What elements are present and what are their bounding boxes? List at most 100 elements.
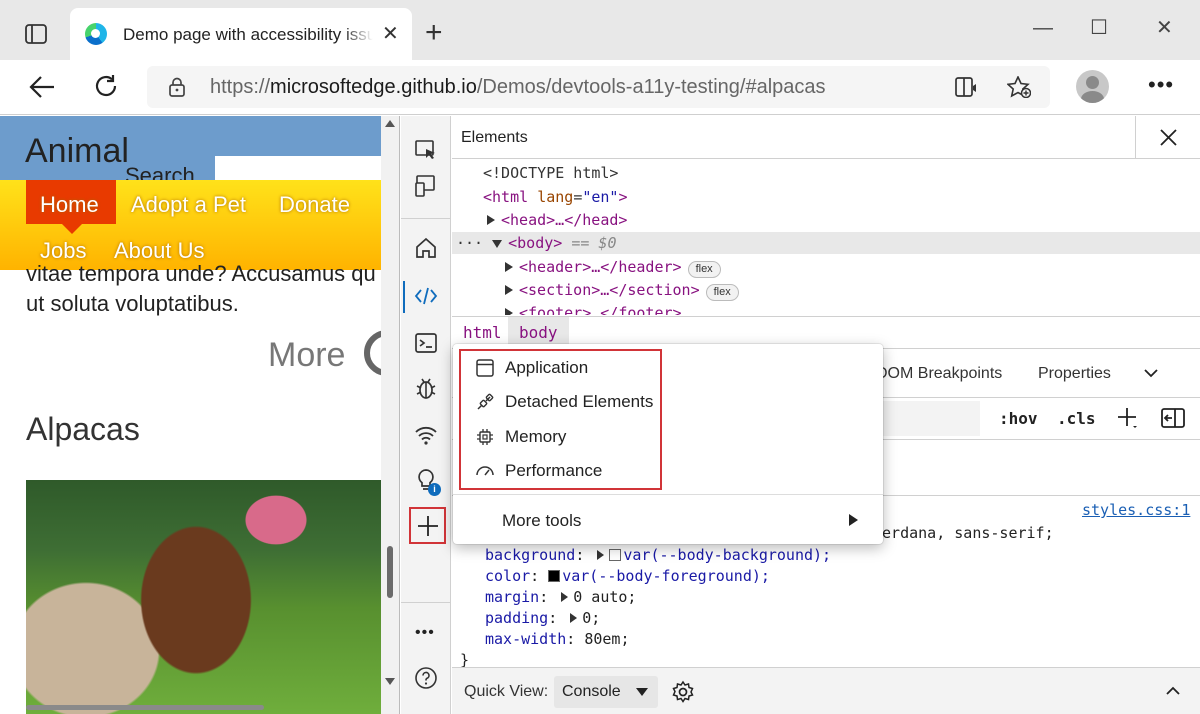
menu-item-detached-elements[interactable]: Detached Elements [475, 389, 875, 415]
lock-icon[interactable] [167, 77, 187, 97]
horizontal-scrollbar[interactable] [26, 705, 264, 710]
tab-dom-breakpoints[interactable]: DOM Breakpoints [876, 365, 1002, 383]
tab-strip: Demo page with accessibility issues ✕ + … [0, 0, 1200, 60]
tab-title: Demo page with accessibility issues [123, 25, 373, 44]
expand-arrow-icon[interactable] [597, 550, 605, 560]
flex-badge[interactable]: flex [705, 284, 739, 301]
dom-tree: <!DOCTYPE html> <html lang="en"> <head>…… [452, 160, 1200, 315]
settings-more-icon[interactable]: ••• [1148, 72, 1174, 98]
cls-button[interactable]: .cls [1057, 409, 1096, 428]
expand-arrow-icon[interactable] [505, 308, 513, 315]
close-panel-button[interactable] [1135, 116, 1200, 159]
quick-view-bar: Quick View: Console [452, 667, 1200, 714]
expand-arrow-icon[interactable] [487, 215, 495, 225]
quick-view-select[interactable]: Console [554, 676, 658, 708]
menu-item-performance[interactable]: Performance [475, 458, 875, 484]
sources-debug-icon[interactable] [414, 376, 438, 400]
dom-node-section[interactable]: <section>…</section> flex [505, 279, 739, 301]
quick-view-label: Quick View: [464, 683, 549, 700]
styles-filter-input[interactable] [882, 401, 980, 436]
console-tool-icon[interactable] [414, 331, 438, 355]
new-tab-icon[interactable]: + [425, 18, 443, 48]
body-text-line: ut soluta voluptatibus. [26, 291, 239, 316]
css-prop-margin[interactable]: margin: 0 auto; [485, 587, 636, 608]
favorites-add-icon[interactable] [1007, 76, 1031, 98]
new-style-rule-icon[interactable] [1117, 407, 1139, 429]
dom-node-html[interactable]: <html lang="en"> [483, 186, 628, 208]
profile-avatar[interactable] [1076, 70, 1109, 103]
close-icon[interactable] [1159, 128, 1178, 147]
dom-node-body[interactable]: ··· <body> == $0 [452, 232, 1200, 254]
dom-node-head[interactable]: <head>…</head> [487, 209, 627, 231]
hov-button[interactable]: :hov [999, 409, 1038, 428]
body-text-line: vitae tempora unde? Accusamus qu [26, 261, 376, 286]
dom-node-header[interactable]: <header>…</header> flex [505, 256, 721, 278]
panel-header: Elements [452, 116, 1200, 159]
dom-node-footer[interactable]: <footer>…</footer> [505, 302, 682, 315]
site-logo[interactable]: Animal [25, 132, 129, 171]
scrollbar-thumb[interactable] [387, 546, 393, 598]
scroll-down-icon[interactable] [385, 678, 395, 685]
menu-divider [453, 494, 883, 495]
chevron-up-icon[interactable] [1166, 686, 1180, 696]
tab-actions-icon[interactable] [24, 22, 48, 46]
panel-title: Elements [461, 129, 528, 146]
css-prop-padding[interactable]: padding: 0; [485, 608, 600, 629]
menu-item-label: Memory [505, 427, 567, 446]
refresh-icon[interactable] [93, 73, 119, 99]
inspect-element-icon[interactable] [414, 138, 438, 162]
toggle-sidebar-icon[interactable] [1161, 408, 1185, 428]
expand-arrow-icon[interactable] [570, 613, 578, 623]
menu-item-label: Detached Elements [505, 392, 654, 411]
read-aloud-icon[interactable] [955, 76, 979, 98]
vertical-scrollbar[interactable] [381, 116, 399, 714]
flex-badge[interactable]: flex [687, 261, 721, 278]
welcome-home-icon[interactable] [414, 236, 438, 260]
close-tab-icon[interactable]: ✕ [382, 24, 399, 44]
chevron-down-icon[interactable] [1144, 368, 1158, 378]
tab-properties[interactable]: Properties [1038, 365, 1111, 383]
address-bar[interactable]: https://microsoftedge.github.io/Demos/de… [147, 66, 1050, 108]
menu-item-application[interactable]: Application [475, 355, 875, 381]
expand-arrow-icon[interactable] [561, 592, 569, 602]
dom-more-icon[interactable]: ··· [456, 234, 483, 252]
submenu-arrow-icon [849, 514, 858, 526]
color-swatch[interactable] [609, 549, 622, 561]
css-prop-background[interactable]: background: var(--body-background); [485, 545, 831, 566]
css-prop-color[interactable]: color: var(--body-foreground); [485, 566, 770, 587]
styles-source-link[interactable]: styles.css:1 [1082, 501, 1190, 519]
more-tools-button-highlight[interactable] [409, 507, 446, 544]
plus-icon[interactable] [416, 514, 440, 538]
expand-arrow-icon[interactable] [505, 262, 513, 272]
nav-donate[interactable]: Donate [279, 192, 350, 218]
dom-doctype[interactable]: <!DOCTYPE html> [483, 162, 618, 184]
customize-more-icon[interactable]: ••• [415, 624, 435, 642]
url-text: https://microsoftedge.github.io/Demos/de… [210, 76, 826, 98]
css-prop-max-width[interactable]: max-width: 80em; [485, 629, 630, 650]
menu-item-more-tools[interactable]: More tools [502, 511, 581, 531]
color-swatch[interactable] [548, 570, 561, 582]
expand-arrow-icon[interactable] [505, 285, 513, 295]
network-wifi-icon[interactable] [414, 423, 438, 447]
elements-tool-icon[interactable] [414, 284, 438, 308]
collapse-arrow-icon[interactable] [492, 240, 503, 248]
more-button[interactable]: More [268, 336, 345, 375]
detached-elements-icon [477, 393, 494, 410]
minimize-icon[interactable]: — [1033, 18, 1053, 38]
nav-adopt-a-pet[interactable]: Adopt a Pet [131, 192, 246, 218]
close-window-icon[interactable]: ✕ [1156, 18, 1173, 38]
device-emulation-icon[interactable] [414, 174, 438, 198]
scroll-up-icon[interactable] [385, 120, 395, 127]
caret-down-icon [636, 688, 648, 696]
gear-icon[interactable] [671, 680, 695, 704]
maximize-icon[interactable]: ☐ [1090, 18, 1108, 38]
help-icon[interactable] [414, 666, 438, 690]
web-page-viewport: Animal Search Home Adopt a Pet Donate Jo… [0, 116, 400, 714]
menu-item-memory[interactable]: Memory [475, 424, 875, 450]
nav-home[interactable]: Home [26, 180, 116, 234]
browser-tab[interactable]: Demo page with accessibility issues ✕ [70, 8, 412, 60]
memory-chip-icon [477, 429, 493, 445]
back-icon[interactable] [28, 74, 56, 100]
quick-view-value: Console [562, 683, 621, 700]
font-family-tail: Verdana, sans-serif; [873, 524, 1054, 542]
